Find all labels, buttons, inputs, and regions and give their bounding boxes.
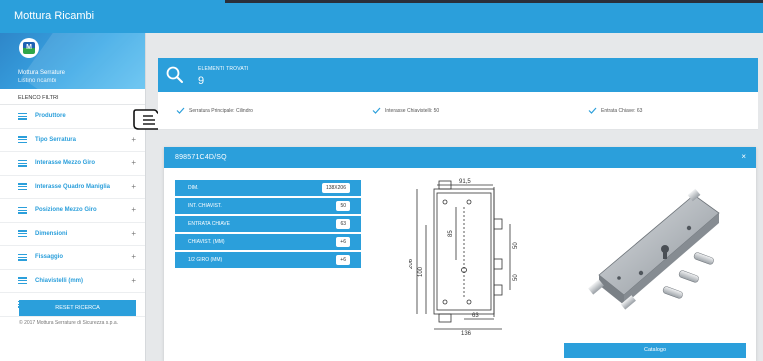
spec-row: DIM. 138X206 — [175, 180, 361, 196]
sidebar-filter-item[interactable]: Tipo Serratura + — [0, 129, 145, 152]
brand: Mottura Serrature Listino ricambi — [18, 69, 65, 85]
dim-total-width: 136 — [461, 331, 472, 337]
dim-spacing-top: 50 — [513, 242, 519, 249]
spec-key: CHIAVIST. (MM) — [188, 239, 225, 245]
brand-title: Mottura Serrature — [18, 70, 66, 76]
expand-plus-icon[interactable]: + — [131, 158, 136, 167]
app-header: Mottura Ricambi — [0, 0, 763, 33]
sidebar-filter-item[interactable]: Dimensioni + — [0, 223, 145, 246]
spec-key: ENTRATA CHIAVE — [188, 221, 230, 227]
dim-inner-height: 85 — [448, 230, 454, 237]
close-icon[interactable]: × — [741, 152, 746, 161]
sidebar-filter-label: Interasse Mezzo Giro — [35, 160, 96, 167]
product-modal: 898571C4D/SQ × DIM. 138X206 INT. CHIAVIS… — [164, 147, 756, 361]
expand-plus-icon[interactable]: + — [131, 135, 136, 144]
list-icon — [18, 206, 27, 214]
list-icon — [18, 277, 27, 285]
active-filter-chip[interactable]: Serratura Principale: Cilindro — [176, 107, 253, 114]
sidebar-filter-label: Tipo Serratura — [35, 136, 76, 143]
sidebar-filter-item[interactable]: Chiavistelli (mm) + — [0, 270, 145, 293]
list-icon — [18, 253, 27, 261]
list-icon — [18, 136, 27, 144]
sidebar-filter-item[interactable]: Produttore — [0, 105, 145, 129]
results-bar: ELEMENTI TROVATI 9 — [158, 58, 758, 92]
spec-table: DIM. 138X206 INT. CHIAVIST. 50 ENTRATA C… — [175, 180, 361, 270]
dim-top-width: 91,5 — [459, 179, 471, 185]
active-filter-chip[interactable]: Interasse Chiavistelli: 50 — [372, 107, 439, 114]
app-title: Mottura Ricambi — [14, 10, 95, 22]
results-label: ELEMENTI TROVATI — [198, 66, 249, 72]
spec-row: CHIAVIST. (MM) +6 — [175, 234, 361, 250]
dim-entry: 63 — [472, 313, 479, 319]
spec-value: 138X206 — [321, 183, 350, 193]
expand-plus-icon[interactable]: + — [131, 252, 136, 261]
filter-list: Produttore Tipo Serratura + Interasse Mezzo… — [0, 105, 145, 317]
spec-key: INT. CHIAVIST. — [188, 203, 222, 209]
expand-plus-icon[interactable]: + — [131, 182, 136, 191]
logo: M — [19, 38, 39, 58]
sidebar-filter-item[interactable]: Interasse Mezzo Giro + — [0, 152, 145, 176]
filters-title: ELENCO FILTRI — [0, 89, 145, 105]
spec-row: ENTRATA CHIAVE 63 — [175, 216, 361, 232]
check-icon — [588, 107, 597, 114]
active-filter-label: Serratura Principale: Cilindro — [189, 107, 253, 114]
top-edge-strip — [225, 0, 763, 3]
active-filter-chip[interactable]: Entrata Chiave: 63 — [588, 107, 642, 114]
sidebar-filter-label: Dimensioni — [35, 230, 68, 237]
sidebar-filter-label: Chiavistelli (mm) — [35, 277, 84, 284]
spec-key: DIM. — [188, 185, 199, 191]
list-icon — [18, 112, 27, 120]
dim-backset: 100 — [418, 266, 424, 277]
dim-spacing-bottom: 50 — [513, 274, 519, 281]
spec-value: +6 — [336, 255, 350, 265]
sidebar-filter-item[interactable]: Posizione Mezzo Giro + — [0, 199, 145, 223]
expand-plus-icon[interactable]: + — [131, 229, 136, 238]
check-icon — [372, 107, 381, 114]
copyright: © 2017 Mottura Serrature di Sicurezza s.… — [19, 320, 119, 326]
search-icon[interactable] — [158, 58, 192, 92]
check-icon — [176, 107, 185, 114]
list-icon — [18, 159, 27, 167]
active-filter-label: Interasse Chiavistelli: 50 — [385, 107, 440, 114]
reset-search-button[interactable]: RESET RICERCA — [19, 300, 136, 316]
spec-row: INT. CHIAVIST. 50 — [175, 198, 361, 214]
technical-drawing: 91,5 206 100 85 50 50 63 136 — [409, 179, 519, 337]
product-code: 898571C4D/SQ — [175, 154, 227, 161]
sidebar-header: M Mottura Serrature Listino ricambi — [0, 33, 145, 89]
brand-subtitle: Listino ricambi — [18, 78, 57, 84]
modal-header: 898571C4D/SQ × — [164, 147, 756, 168]
sidebar-filter-item[interactable]: Interasse Quadro Maniglia + — [0, 176, 145, 199]
sidebar-filter-label: Fissaggio — [35, 254, 64, 261]
expand-plus-icon[interactable]: + — [131, 205, 136, 214]
list-icon — [18, 230, 27, 238]
dim-total-height: 206 — [409, 258, 414, 269]
expand-plus-icon[interactable]: + — [131, 276, 136, 285]
spec-value: +6 — [336, 237, 350, 247]
sidebar-filter-item[interactable]: Fissaggio + — [0, 246, 145, 270]
sidebar-filter-label: Posizione Mezzo Giro — [35, 207, 97, 214]
sidebar-filter-label: Interasse Quadro Maniglia — [35, 183, 111, 190]
list-icon — [18, 183, 27, 191]
catalog-button[interactable]: Catalogo — [564, 343, 746, 358]
sidebar-filter-label: Produttore — [35, 113, 66, 120]
spec-row: 1/2 GIRO (MM) +6 — [175, 252, 361, 268]
active-filters: Serratura Principale: Cilindro Interasse… — [158, 92, 758, 130]
spec-value: 63 — [336, 219, 350, 229]
spec-value: 50 — [336, 201, 350, 211]
spec-key: 1/2 GIRO (MM) — [188, 257, 223, 263]
product-photo — [588, 188, 720, 310]
results-count: 9 — [198, 75, 205, 87]
active-filter-label: Entrata Chiave: 63 — [601, 107, 643, 114]
